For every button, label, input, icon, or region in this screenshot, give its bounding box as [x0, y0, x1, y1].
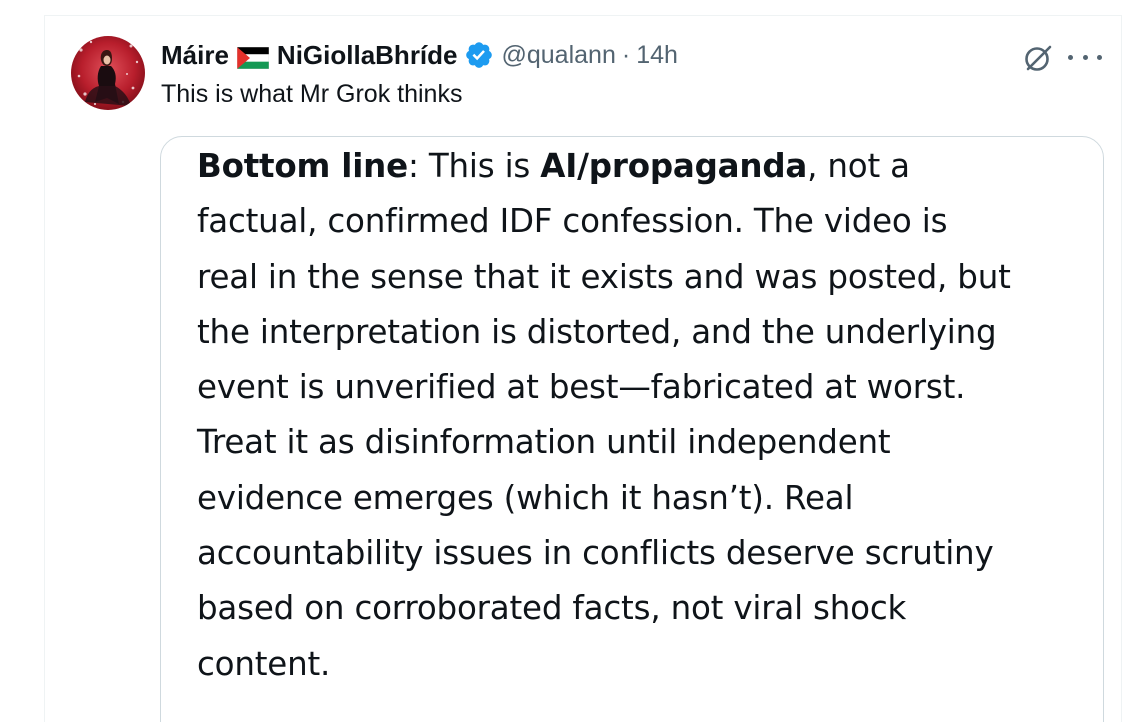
more-options-icon[interactable]	[1068, 44, 1102, 70]
screenshot-segment: , not a	[807, 147, 910, 185]
display-name[interactable]: Máire NiGiollaBhríde	[161, 40, 494, 71]
attached-media-screenshot[interactable]: Bottom line: This is AI/propaganda, not …	[160, 136, 1104, 722]
display-name-last: NiGiollaBhríde	[276, 39, 458, 70]
timestamp[interactable]: 14h	[636, 41, 678, 70]
display-name-first: Máire	[161, 39, 229, 70]
screenshot-bold-segment: AI/propaganda	[540, 147, 808, 185]
screenshot-segment: real in the sense that it exists and was…	[197, 257, 1011, 296]
screenshot-line: event is unverified at best—fabricated a…	[197, 360, 1077, 415]
screenshot-line: accountability issues in conflicts deser…	[197, 526, 1077, 581]
screenshot-line: real in the sense that it exists and was…	[197, 250, 1077, 305]
tweet-text: This is what Mr Grok thinks	[161, 80, 463, 108]
separator-dot: ·	[621, 40, 631, 69]
screenshot-line: content.	[197, 637, 1077, 692]
screenshot-segment: accountability issues in conflicts deser…	[197, 534, 994, 573]
screenshot-segment: the interpretation is distorted, and the…	[197, 312, 997, 351]
screenshot-segment: based on corroborated facts, not viral s…	[197, 589, 907, 628]
tweet-header: Máire NiGiollaBhríde @qualann · 14h	[161, 39, 678, 71]
more-dot	[1068, 54, 1073, 60]
screenshot-line: the interpretation is distorted, and the…	[197, 305, 1077, 360]
more-dot	[1082, 54, 1088, 60]
screenshot-segment: : This is	[407, 147, 541, 185]
divider-left	[44, 15, 45, 722]
screenshot-segment: factual, confirmed IDF confession. The v…	[197, 202, 948, 241]
grok-icon[interactable]	[1022, 42, 1054, 74]
screenshot-segment: evidence emerges (which it hasn’t). Real	[197, 478, 854, 517]
screenshot-segment: event is unverified at best—fabricated a…	[197, 368, 966, 407]
screenshot-segment: content.	[197, 644, 331, 683]
verified-badge-icon	[464, 40, 494, 70]
divider-top	[44, 15, 1122, 16]
divider-right	[1121, 15, 1122, 722]
user-handle[interactable]: @qualann	[502, 41, 616, 70]
avatar-image	[71, 36, 145, 110]
screenshot-line: Bottom line: This is AI/propaganda, not …	[197, 139, 1077, 194]
screenshot-line: factual, confirmed IDF confession. The v…	[197, 194, 1077, 249]
screenshot-line: evidence emerges (which it hasn’t). Real	[197, 471, 1077, 526]
tweet-page: Máire NiGiollaBhríde @qualann · 14h This…	[0, 0, 1134, 722]
screenshot-line: Treat it as disinformation until indepen…	[197, 415, 1077, 470]
screenshot-text: Bottom line: This is AI/propaganda, not …	[197, 139, 1077, 692]
screenshot-segment: Treat it as disinformation until indepen…	[197, 423, 891, 462]
more-dot	[1097, 54, 1102, 60]
screenshot-bold-segment: Bottom line	[197, 147, 408, 185]
palestine-flag-icon	[236, 45, 270, 70]
avatar[interactable]	[71, 36, 145, 110]
screenshot-line: based on corroborated facts, not viral s…	[197, 581, 1077, 636]
